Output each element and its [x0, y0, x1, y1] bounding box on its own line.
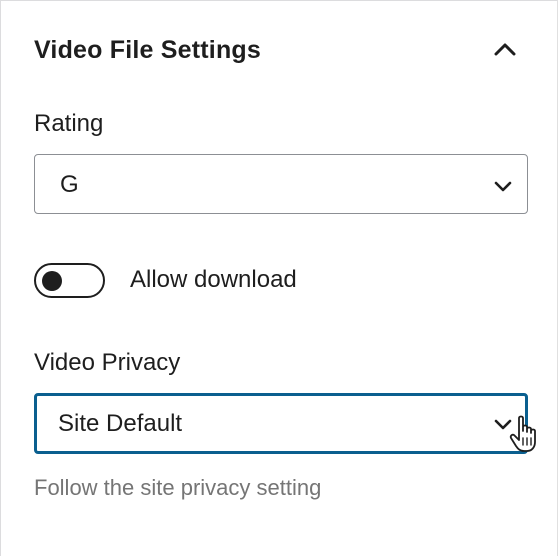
video-file-settings-panel: Video File Settings Rating G Allow downl…: [0, 0, 558, 556]
chevron-down-icon: [494, 181, 512, 192]
allow-download-toggle[interactable]: [34, 263, 105, 298]
panel-header[interactable]: Video File Settings: [1, 1, 557, 97]
video-privacy-help-text: Follow the site privacy setting: [34, 475, 322, 500]
rating-select[interactable]: G: [34, 154, 528, 214]
allow-download-label[interactable]: Allow download: [130, 266, 297, 294]
video-privacy-select[interactable]: Site Default: [34, 393, 528, 454]
toggle-knob: [42, 271, 62, 291]
chevron-up-icon: [494, 43, 516, 56]
chevron-down-icon: [494, 419, 512, 430]
panel-title: Video File Settings: [34, 36, 261, 64]
collapse-toggle-button[interactable]: [491, 37, 519, 61]
rating-select-value: G: [60, 171, 79, 198]
allow-download-row: Allow download: [34, 263, 434, 299]
video-privacy-select-value: Site Default: [58, 410, 183, 437]
video-privacy-label: Video Privacy: [34, 349, 181, 376]
rating-label: Rating: [34, 110, 104, 137]
